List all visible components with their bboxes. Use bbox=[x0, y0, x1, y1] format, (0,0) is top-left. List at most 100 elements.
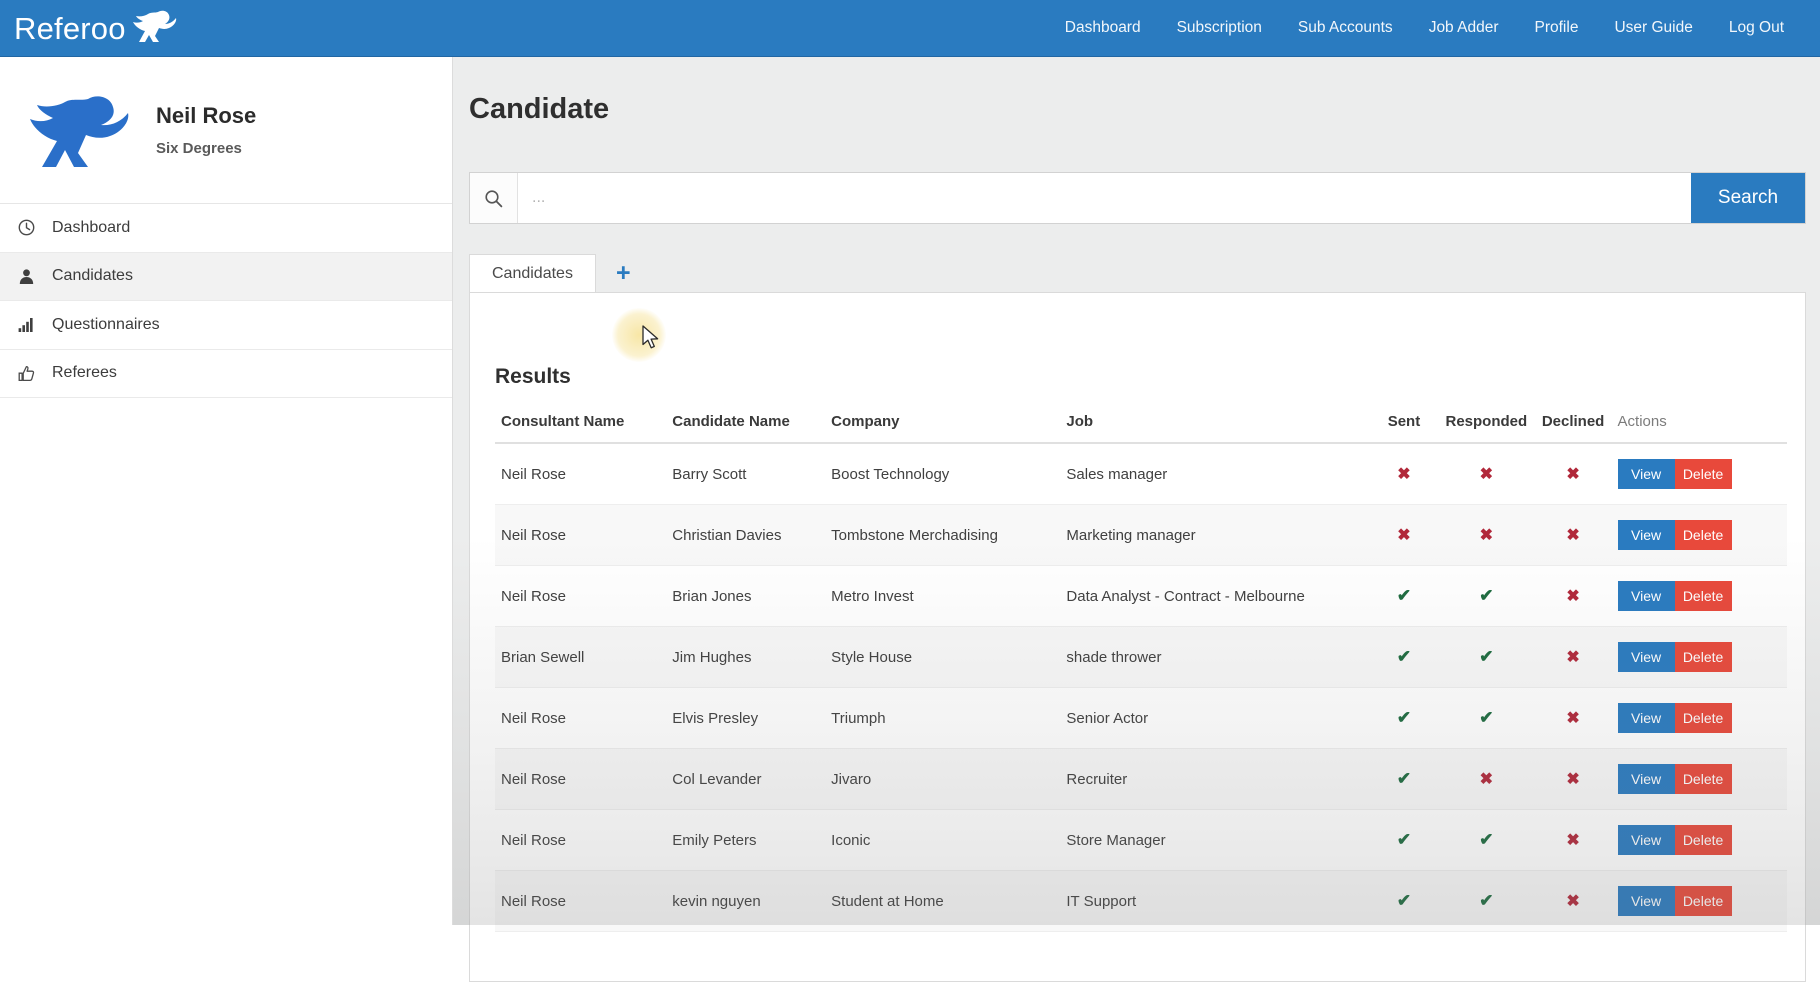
user-icon bbox=[18, 268, 44, 285]
table-row: Neil Rose Brian Jones Metro Invest Data Ana… bbox=[495, 565, 1787, 627]
cross-icon: ✖ bbox=[1479, 771, 1494, 788]
candidates-table: Consultant Name Candidate Name Company J… bbox=[495, 405, 1787, 932]
primary-nav-links: Dashboard Subscription Sub Accounts Job … bbox=[1047, 11, 1802, 45]
cell-declined: ✖ bbox=[1534, 565, 1612, 627]
table-row: Neil Rose Barry Scott Boost Technology Sale… bbox=[495, 443, 1787, 505]
view-button[interactable]: View bbox=[1617, 520, 1675, 550]
results-heading: Results bbox=[495, 365, 571, 388]
delete-button[interactable]: Delete bbox=[1674, 764, 1732, 794]
cell-candidate-name: Brian Jones bbox=[666, 565, 826, 627]
cell-consultant-name: Neil Rose bbox=[495, 870, 667, 932]
cell-actions: View Delete bbox=[1611, 626, 1787, 688]
view-button[interactable]: View bbox=[1617, 581, 1675, 611]
bar-chart-icon bbox=[18, 316, 44, 333]
cell-company: Boost Technology bbox=[825, 443, 1061, 505]
cell-actions: View Delete bbox=[1611, 809, 1787, 871]
cell-consultant-name: Neil Rose bbox=[495, 687, 667, 749]
delete-button[interactable]: Delete bbox=[1674, 642, 1732, 672]
cross-icon: ✖ bbox=[1566, 771, 1580, 788]
view-button[interactable]: View bbox=[1617, 642, 1675, 672]
view-button[interactable]: View bbox=[1617, 764, 1675, 794]
tab-candidates[interactable]: Candidates bbox=[469, 254, 596, 292]
cell-job: IT Support bbox=[1060, 870, 1370, 932]
cell-sent: ✔ bbox=[1369, 870, 1438, 932]
nav-link-subscription[interactable]: Subscription bbox=[1159, 11, 1280, 45]
nav-link-profile[interactable]: Profile bbox=[1517, 11, 1597, 45]
cell-candidate-name: kevin nguyen bbox=[666, 870, 826, 932]
view-button[interactable]: View bbox=[1617, 886, 1675, 916]
cell-job: Sales manager bbox=[1060, 443, 1370, 505]
main-content: Candidate Search Candidates + Results Co… bbox=[453, 57, 1820, 982]
nav-link-user-guide[interactable]: User Guide bbox=[1596, 11, 1710, 45]
cell-company: Style House bbox=[825, 626, 1061, 688]
cell-sent: ✖ bbox=[1369, 504, 1438, 566]
cell-company: Student at Home bbox=[825, 870, 1061, 932]
th-candidate-name: Candidate Name bbox=[666, 405, 826, 444]
view-button[interactable]: View bbox=[1617, 703, 1675, 733]
cell-consultant-name: Brian Sewell bbox=[495, 626, 667, 688]
cell-candidate-name: Jim Hughes bbox=[666, 626, 826, 688]
table-row: Neil Rose kevin nguyen Student at Home IT S… bbox=[495, 870, 1787, 932]
cell-candidate-name: Elvis Presley bbox=[666, 687, 826, 749]
view-button[interactable]: View bbox=[1617, 459, 1675, 489]
view-button[interactable]: View bbox=[1617, 825, 1675, 855]
cross-icon: ✖ bbox=[1397, 466, 1411, 483]
cell-sent: ✔ bbox=[1369, 748, 1438, 810]
sidebar-profile: Neil Rose Six Degrees bbox=[0, 57, 452, 204]
check-icon: ✔ bbox=[1396, 891, 1412, 910]
cross-icon: ✖ bbox=[1479, 527, 1494, 544]
table-row: Brian Sewell Jim Hughes Style House shade t… bbox=[495, 626, 1787, 688]
delete-button[interactable]: Delete bbox=[1674, 703, 1732, 733]
sidebar-item-candidates[interactable]: Candidates bbox=[0, 252, 452, 301]
nav-link-sub-accounts[interactable]: Sub Accounts bbox=[1280, 11, 1411, 45]
search-icon bbox=[470, 173, 518, 223]
cell-responded: ✖ bbox=[1438, 748, 1535, 810]
delete-button[interactable]: Delete bbox=[1674, 459, 1732, 489]
profile-meta: Neil Rose Six Degrees bbox=[156, 103, 256, 156]
cell-job: Store Manager bbox=[1060, 809, 1370, 871]
cell-declined: ✖ bbox=[1534, 748, 1612, 810]
sidebar-item-referees[interactable]: Referees bbox=[0, 349, 452, 398]
cell-consultant-name: Neil Rose bbox=[495, 504, 667, 566]
cell-candidate-name: Col Levander bbox=[666, 748, 826, 810]
delete-button[interactable]: Delete bbox=[1674, 520, 1732, 550]
add-tab-button[interactable]: + bbox=[596, 254, 651, 292]
cell-sent: ✖ bbox=[1369, 443, 1438, 505]
nav-link-job-adder[interactable]: Job Adder bbox=[1411, 11, 1517, 45]
table-row: Neil Rose Emily Peters Iconic Store Manager… bbox=[495, 809, 1787, 871]
th-declined: Declined bbox=[1534, 405, 1612, 444]
cell-responded: ✔ bbox=[1438, 870, 1535, 932]
search-input[interactable] bbox=[518, 173, 1691, 223]
sidebar-item-questionnaires[interactable]: Questionnaires bbox=[0, 301, 452, 350]
delete-button[interactable]: Delete bbox=[1674, 825, 1732, 855]
cell-job: Data Analyst - Contract - Melbourne bbox=[1060, 565, 1370, 627]
check-icon: ✔ bbox=[1479, 647, 1494, 666]
cell-consultant-name: Neil Rose bbox=[495, 809, 667, 871]
brand-logo[interactable]: Referoo bbox=[14, 0, 180, 57]
th-job: Job bbox=[1060, 405, 1370, 444]
delete-button[interactable]: Delete bbox=[1674, 581, 1732, 611]
cell-actions: View Delete bbox=[1611, 870, 1787, 932]
cell-declined: ✖ bbox=[1534, 626, 1612, 688]
cross-icon: ✖ bbox=[1566, 710, 1580, 727]
sidebar-item-dashboard[interactable]: Dashboard bbox=[0, 204, 452, 253]
search-button[interactable]: Search bbox=[1691, 173, 1805, 223]
delete-button[interactable]: Delete bbox=[1674, 886, 1732, 916]
kangaroo-icon bbox=[128, 9, 180, 48]
cross-icon: ✖ bbox=[1566, 588, 1580, 605]
th-sent: Sent bbox=[1369, 405, 1438, 444]
sidebar-item-label: Referees bbox=[52, 364, 117, 382]
cell-candidate-name: Christian Davies bbox=[666, 504, 826, 566]
cell-declined: ✖ bbox=[1534, 443, 1612, 505]
th-consultant-name: Consultant Name bbox=[495, 405, 667, 444]
nav-link-dashboard[interactable]: Dashboard bbox=[1047, 11, 1159, 45]
cell-sent: ✔ bbox=[1369, 626, 1438, 688]
nav-link-log-out[interactable]: Log Out bbox=[1711, 11, 1802, 45]
cell-responded: ✔ bbox=[1438, 687, 1535, 749]
tab-strip: Candidates + bbox=[469, 254, 1806, 292]
cell-company: Tombstone Merchadising bbox=[825, 504, 1061, 566]
cross-icon: ✖ bbox=[1479, 466, 1494, 483]
table-header-row: Consultant Name Candidate Name Company J… bbox=[495, 405, 1787, 444]
th-responded: Responded bbox=[1438, 405, 1535, 444]
cell-company: Metro Invest bbox=[825, 565, 1061, 627]
